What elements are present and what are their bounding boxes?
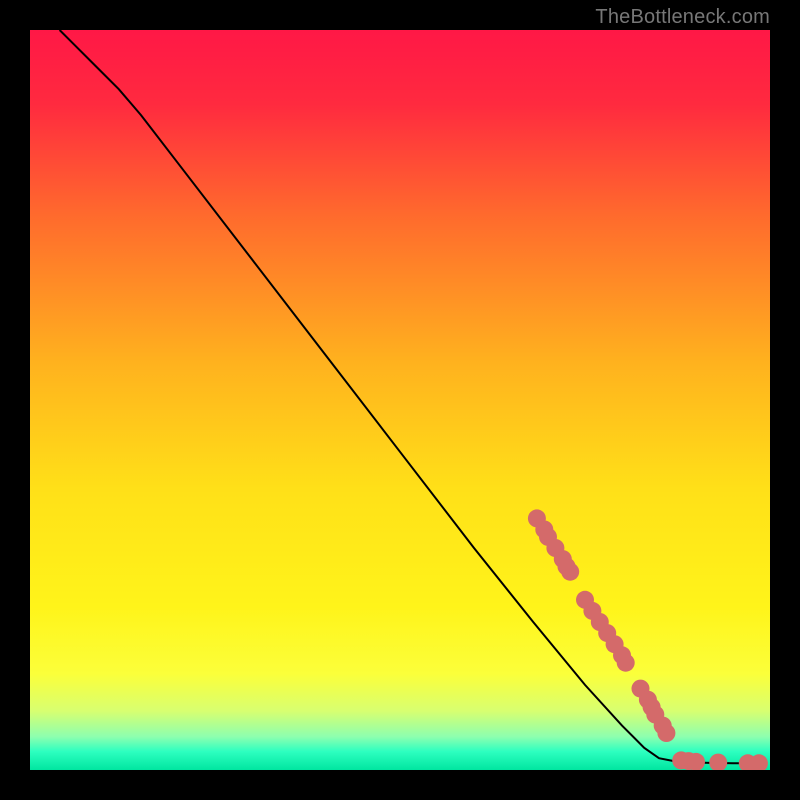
chart-background (30, 30, 770, 770)
marker-dot (657, 724, 675, 742)
marker-dot (561, 563, 579, 581)
watermark-text: TheBottleneck.com (595, 6, 770, 29)
chart-frame: TheBottleneck.com (0, 0, 800, 800)
plot-area (30, 30, 770, 770)
chart-svg (30, 30, 770, 770)
marker-dot (617, 654, 635, 672)
